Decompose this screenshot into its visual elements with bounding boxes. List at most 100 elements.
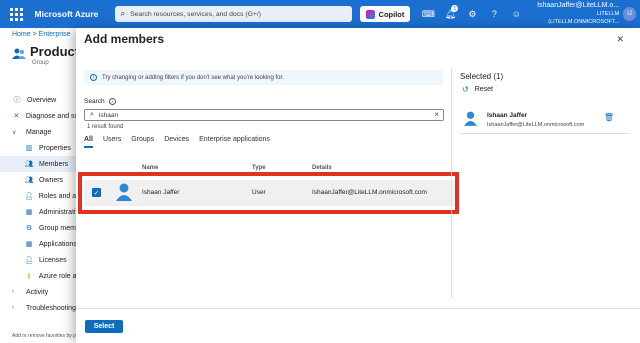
brand-title[interactable]: Microsoft Azure: [35, 9, 99, 19]
bell-icon[interactable]: 🔔︎ 1: [442, 5, 459, 22]
search-label: Search i: [84, 98, 116, 105]
group-blade: Home > Enterprise Product Group ⓘ Overvie…: [0, 28, 80, 343]
tab-enterprise-applications[interactable]: Enterprise applications: [199, 136, 270, 148]
filter-tabs: All Users Groups Devices Enterprise appl…: [84, 136, 270, 148]
page-title: Product: [30, 44, 80, 59]
nav-label: Diagnose and sol: [25, 112, 80, 120]
account-name: IshaanJaffer@LiteLLM.o...: [537, 2, 620, 9]
nav-label: Activity: [26, 288, 49, 296]
applications-icon: ▦: [25, 241, 33, 248]
group-icon: [12, 48, 26, 59]
reset-button[interactable]: ↺ Reset: [462, 85, 493, 94]
global-search-input[interactable]: ⌕ Search resources, services, and docs (…: [114, 6, 352, 22]
result-count: 1 result found: [87, 124, 124, 130]
divider: [451, 68, 452, 298]
help-icon[interactable]: i: [108, 98, 116, 105]
nav-item-properties[interactable]: ▥ Properties: [0, 140, 80, 156]
nav-label: Owners: [39, 176, 64, 184]
copilot-button[interactable]: Copilot: [359, 6, 411, 22]
copilot-label: Copilot: [378, 9, 405, 19]
nav-item-group-memberships[interactable]: ⚙ Group memb: [0, 220, 80, 236]
nav-label: Properties: [39, 144, 71, 152]
user-avatar-icon: [464, 111, 477, 126]
select-button[interactable]: Select: [85, 320, 123, 333]
nav-label: Troubleshooting: [26, 304, 76, 312]
nav-item-applications[interactable]: ▦ Applications: [0, 236, 80, 252]
nav-item-activity[interactable]: › Activity: [0, 284, 80, 300]
admin-units-icon: ▦: [25, 209, 33, 216]
nav-item-owners[interactable]: 👥︎ Owners: [0, 172, 80, 188]
top-bar: Microsoft Azure ⌕ Search resources, serv…: [0, 0, 640, 28]
tab-all[interactable]: All: [84, 136, 93, 148]
info-icon: ⓘ: [13, 97, 21, 104]
selected-item: Ishaan Jaffer IshaanJaffer@LiteLLM.onmic…: [460, 106, 630, 134]
column-header-type[interactable]: Type: [252, 165, 266, 171]
nav-item-admin-units[interactable]: ▦ Administrativ: [0, 204, 80, 220]
footer-divider: [76, 308, 640, 309]
info-text: Try changing or adding filters if you do…: [102, 74, 284, 81]
nav-label: Licenses: [39, 256, 67, 264]
nav-label: Applications: [39, 240, 77, 248]
search-value: ishaan: [98, 111, 119, 119]
members-icon: 👥︎: [24, 161, 34, 168]
selected-title: Selected (1): [460, 72, 504, 81]
reset-label: Reset: [474, 86, 493, 93]
nav-label: Administrativ: [39, 208, 80, 216]
search-label-text: Search: [84, 98, 105, 105]
nav-label: Azure role as: [38, 272, 80, 280]
search-icon: ⌕: [120, 9, 126, 18]
account-org: LITELLM (LITELLM.ONMICROSOFT...: [548, 11, 620, 25]
clear-icon[interactable]: ×: [434, 110, 439, 119]
avatar[interactable]: IJ: [623, 7, 636, 21]
key-icon: ⚷: [26, 273, 32, 280]
info-banner: i Try changing or adding filters if you …: [84, 70, 443, 85]
nav-label: Members: [39, 160, 69, 168]
nav-item-troubleshooting[interactable]: › Troubleshooting: [0, 300, 80, 316]
member-search-input[interactable]: ⌕ ishaan ×: [84, 109, 444, 121]
info-icon: i: [90, 74, 97, 81]
nav-item-overview[interactable]: ⓘ Overview: [0, 92, 80, 108]
nav-item-manage[interactable]: ∨ Manage: [0, 124, 80, 140]
trash-icon[interactable]: 🗑︎: [604, 113, 614, 122]
nav-label: Roles and ad: [38, 192, 80, 200]
chevron-right-icon: ›: [12, 289, 14, 295]
nav-item-roles[interactable]: 👤︎ Roles and ad: [0, 188, 80, 204]
left-nav: ⓘ Overview ✕ Diagnose and sol ∨ Manage ▥ Pro…: [0, 92, 80, 316]
waffle-menu-icon[interactable]: [8, 5, 25, 23]
tab-users[interactable]: Users: [103, 136, 121, 148]
selected-name: Ishaan Jaffer: [487, 112, 528, 119]
selected-email: IshaanJaffer@LiteLLM.onmicrosoft.com: [487, 122, 585, 128]
close-icon[interactable]: ✕: [616, 34, 624, 45]
add-members-panel: Add members ✕ i Try changing or adding f…: [76, 28, 640, 343]
help-icon[interactable]: ?: [486, 6, 502, 22]
search-placeholder: Search resources, services, and docs (G+…: [130, 10, 262, 18]
nav-item-licenses[interactable]: 👤︎ Licenses: [0, 252, 80, 268]
cloud-shell-icon[interactable]: ⌨: [420, 6, 436, 22]
reset-icon: ↺: [462, 85, 469, 94]
highlight-annotation: [78, 172, 459, 214]
nav-item-members[interactable]: 👥︎ Members: [0, 156, 80, 172]
chevron-down-icon: ∨: [12, 129, 17, 136]
column-header-name[interactable]: Name: [142, 165, 158, 171]
notification-badge: 1: [451, 5, 459, 12]
properties-icon: ▥: [25, 145, 33, 152]
chevron-right-icon: ›: [12, 305, 14, 311]
nav-label: Group memb: [39, 224, 80, 232]
panel-title: Add members: [84, 32, 165, 46]
nav-item-diagnose[interactable]: ✕ Diagnose and sol: [0, 108, 80, 124]
feedback-icon[interactable]: ☺: [508, 6, 524, 22]
column-header-details[interactable]: Details: [312, 165, 332, 171]
nav-label: Overview: [27, 96, 57, 104]
page-subtitle: Group: [32, 60, 49, 66]
copilot-icon: [365, 9, 375, 19]
tab-groups[interactable]: Groups: [131, 136, 154, 148]
nav-label: Manage: [26, 128, 52, 136]
gear-icon[interactable]: ⚙: [464, 6, 480, 22]
owners-icon: 👥︎: [24, 177, 34, 184]
breadcrumb[interactable]: Home > Enterprise: [12, 31, 71, 38]
nav-item-azure-role[interactable]: ⚷ Azure role as: [0, 268, 80, 284]
group-memberships-icon: ⚙: [25, 225, 33, 232]
licenses-icon: 👤︎: [24, 257, 34, 264]
tab-devices[interactable]: Devices: [164, 136, 189, 148]
account-menu[interactable]: IshaanJaffer@LiteLLM.o... LITELLM (LITEL…: [532, 2, 619, 26]
